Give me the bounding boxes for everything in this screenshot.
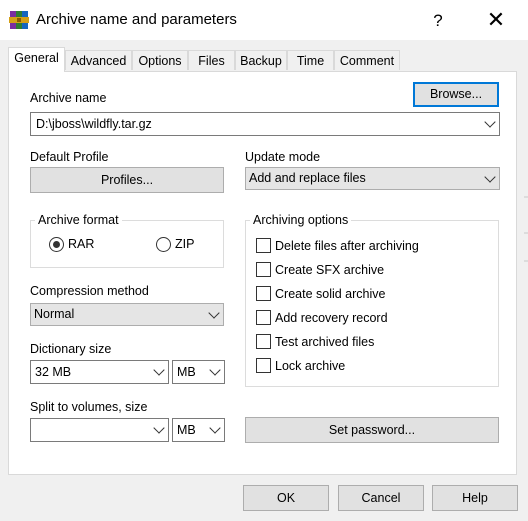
cancel-button[interactable]: Cancel <box>338 485 424 511</box>
tab-backup[interactable]: Backup <box>235 50 287 70</box>
update-mode-select[interactable]: Add and replace files <box>245 167 500 190</box>
dictionary-unit-select[interactable]: MB <box>172 360 225 384</box>
help-title-button[interactable]: ? <box>424 8 452 34</box>
radio-dot <box>53 241 60 248</box>
help-button[interactable]: Help <box>432 485 518 511</box>
recovery-record-label[interactable]: Add recovery record <box>275 311 388 325</box>
browse-button[interactable]: Browse... <box>413 82 499 107</box>
compression-method-label: Compression method <box>30 284 149 298</box>
test-archived-checkbox[interactable] <box>256 334 271 349</box>
tab-comment[interactable]: Comment <box>334 50 400 70</box>
archiving-options-legend: Archiving options <box>250 213 352 227</box>
delete-files-label[interactable]: Delete files after archiving <box>275 239 419 253</box>
tab-options[interactable]: Options <box>132 50 188 70</box>
chevron-down-icon <box>484 170 496 183</box>
dictionary-size-value: 32 MB <box>35 365 72 379</box>
create-solid-checkbox[interactable] <box>256 286 271 301</box>
compression-method-value: Normal <box>34 307 75 321</box>
split-unit-value: MB <box>177 423 196 437</box>
profiles-button[interactable]: Profiles... <box>30 167 224 193</box>
chevron-down-icon <box>208 306 220 319</box>
background-window-edge <box>524 196 528 198</box>
compression-method-select[interactable]: Normal <box>30 303 224 326</box>
split-volumes-input[interactable] <box>30 418 169 442</box>
update-mode-value: Add and replace files <box>249 171 366 185</box>
archive-name-input[interactable]: D:\jboss\wildfly.tar.gz <box>30 112 500 136</box>
rar-radio[interactable] <box>49 237 64 252</box>
recovery-record-checkbox[interactable] <box>256 310 271 325</box>
delete-files-checkbox[interactable] <box>256 238 271 253</box>
tab-advanced[interactable]: Advanced <box>65 50 132 70</box>
chevron-down-icon <box>153 364 165 376</box>
dictionary-unit-value: MB <box>177 365 196 379</box>
archive-format-legend: Archive format <box>35 213 122 227</box>
tab-time[interactable]: Time <box>287 50 334 70</box>
archive-name-value: D:\jboss\wildfly.tar.gz <box>36 117 152 131</box>
dictionary-size-label: Dictionary size <box>30 342 112 356</box>
background-window-edge <box>524 232 528 234</box>
create-sfx-label[interactable]: Create SFX archive <box>275 263 384 277</box>
background-window-edge <box>524 260 528 262</box>
lock-archive-checkbox[interactable] <box>256 358 271 373</box>
default-profile-label: Default Profile <box>30 150 109 164</box>
split-unit-select[interactable]: MB <box>172 418 225 442</box>
tab-general[interactable]: General <box>8 47 65 72</box>
create-solid-label[interactable]: Create solid archive <box>275 287 385 301</box>
dictionary-size-select[interactable]: 32 MB <box>30 360 169 384</box>
winrar-icon <box>9 10 29 30</box>
chevron-down-icon[interactable] <box>484 116 496 128</box>
window-title: Archive name and parameters <box>36 11 237 28</box>
close-icon[interactable]: ✕ <box>482 8 510 34</box>
archive-name-label: Archive name <box>30 91 107 105</box>
chevron-down-icon <box>209 364 221 376</box>
split-volumes-label: Split to volumes, size <box>30 400 148 414</box>
test-archived-label[interactable]: Test archived files <box>275 335 374 349</box>
ok-button[interactable]: OK <box>243 485 329 511</box>
set-password-button[interactable]: Set password... <box>245 417 499 443</box>
rar-label[interactable]: RAR <box>68 237 94 251</box>
zip-radio[interactable] <box>156 237 171 252</box>
tab-files[interactable]: Files <box>188 50 235 70</box>
update-mode-label: Update mode <box>245 150 321 164</box>
chevron-down-icon <box>209 422 221 434</box>
chevron-down-icon[interactable] <box>153 422 165 434</box>
zip-label[interactable]: ZIP <box>175 237 194 251</box>
create-sfx-checkbox[interactable] <box>256 262 271 277</box>
lock-archive-label[interactable]: Lock archive <box>275 359 345 373</box>
